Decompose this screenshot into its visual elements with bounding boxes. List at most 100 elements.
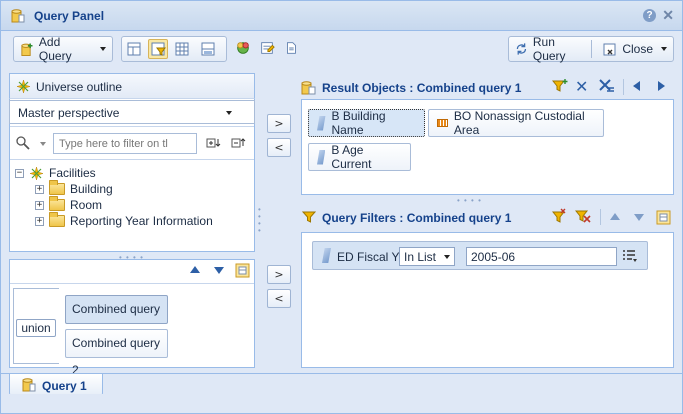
move-right-icon[interactable] [658,81,665,91]
remove-object-icon[interactable]: ✕ [575,77,588,96]
divider [10,159,254,160]
document-icon[interactable] [283,40,299,56]
folder-icon [49,196,65,211]
run-query-button[interactable]: Run Query [509,35,586,63]
dimension-icon [317,149,326,165]
add-query-label: Add Query [38,35,72,63]
chevron-down-icon [226,111,232,115]
tree-item-label: Building [70,182,113,196]
expand-toggle-icon[interactable]: + [35,184,44,194]
value-list-icon[interactable] [622,249,638,264]
combined-view-button[interactable] [198,39,218,59]
filter-operator-select[interactable]: In List [399,247,455,266]
layout-icon [127,42,141,56]
move-up-icon[interactable] [190,266,200,273]
toolbar-divider [600,209,601,225]
filter-object-label: ED Fiscal Yr [337,250,404,264]
folder-icon [49,180,65,195]
add-query-icon [21,42,33,56]
collapse-toggle-icon[interactable]: − [15,168,24,178]
tree-item-facilities[interactable]: − Facilities [15,165,96,181]
universe-icon [16,79,31,94]
result-object-label: B Building Name [331,109,386,137]
add-predefined-filter-icon[interactable] [552,208,568,224]
union-operator-button[interactable]: union [16,319,56,337]
divider [10,126,254,127]
divider [10,283,254,284]
move-up-icon[interactable] [610,213,620,220]
tab-query-1[interactable]: Query 1 [9,374,103,396]
add-result-object-button[interactable]: > [267,114,291,133]
move-down-icon[interactable] [214,267,224,274]
vertical-splitter[interactable]: • • • • [258,206,262,235]
search-tool-icon[interactable] [15,135,33,151]
view-mode-group [121,36,227,62]
run-close-group: Run Query Close [508,35,674,63]
result-object-building-name[interactable]: B Building Name [308,109,425,137]
expand-toggle-icon[interactable]: + [35,200,44,210]
remove-result-object-button[interactable]: < [267,138,291,157]
title-bar: Query Panel ? ✕ [1,1,682,31]
tree-item-reporting-year[interactable]: + Reporting Year Information [35,212,213,229]
toolbar-divider [590,40,592,58]
universe-outline-title: Universe outline [36,80,123,94]
query-properties-icon[interactable] [235,40,251,56]
query-filters-title: Query Filters : Combined query 1 [322,211,512,225]
result-object-age-current[interactable]: B Age Current [308,143,411,171]
main-toolbar: Add Query Run Query Close [9,35,674,66]
measure-icon [437,119,448,127]
perspective-select[interactable]: Master perspective [9,100,255,124]
chevron-down-icon [661,47,667,51]
move-left-icon[interactable] [633,81,640,91]
add-filter-funnel-icon[interactable] [552,78,568,94]
filter-value-input[interactable]: 2005-06 [466,247,617,266]
result-object-label: BO Nonassign Custodial Area [453,109,585,137]
filter-view-button[interactable] [148,39,168,59]
remove-filter-button[interactable]: < [267,289,291,308]
close-window-icon[interactable]: ✕ [662,7,674,23]
tree-item-label: Facilities [49,166,96,180]
data-preview-button[interactable] [172,39,192,59]
expand-toggle-icon[interactable]: + [35,216,44,226]
sql-viewer-icon[interactable] [259,40,275,56]
tree-item-label: Reporting Year Information [70,214,213,228]
move-down-icon[interactable] [634,214,644,221]
horizontal-splitter[interactable]: • • • • [457,196,482,205]
layout-view-button[interactable] [124,39,144,59]
status-bar [1,394,682,413]
combined-query-1-item[interactable]: Combined query 1 [65,295,168,343]
tree-item-building[interactable]: + Building [35,180,113,197]
close-panel-icon [603,43,616,55]
filter-pane-icon [151,42,166,56]
add-query-button[interactable]: Add Query [13,35,113,63]
perspective-value: Master perspective [18,106,120,120]
universe-outline-header: Universe outline [9,73,255,99]
query-panel-window: Query Panel ? ✕ Add Query Run Query Clos… [0,0,683,414]
remove-all-objects-icon[interactable] [598,78,615,94]
universe-icon [29,165,44,181]
add-filter-button[interactable]: > [267,265,291,284]
filter-operator-value: In List [404,250,437,264]
remove-all-filters-icon[interactable] [575,208,592,224]
dimension-icon [322,248,331,263]
chevron-down-icon[interactable] [40,142,46,146]
result-object-nonassign-custodial-area[interactable]: BO Nonassign Custodial Area [428,109,604,137]
close-label: Close [622,42,653,56]
toolbar-divider [623,79,624,95]
layout-toggle-icon[interactable] [656,210,671,225]
filter-row: ED Fiscal Yr In List 2005-06 [312,241,648,270]
window-title: Query Panel [34,9,105,23]
layout-toggle-icon[interactable] [235,263,250,278]
filter-funnel-icon [302,211,316,223]
outline-filter-input[interactable] [53,133,197,154]
expand-all-icon[interactable] [206,136,223,150]
close-button[interactable]: Close [596,37,673,61]
query-cylinder-icon [22,378,36,392]
dimension-icon [317,115,326,131]
help-icon[interactable]: ? [643,9,656,22]
tree-item-room[interactable]: + Room [35,196,102,213]
combined-query-2-item[interactable]: Combined query 2 [65,329,168,377]
collapse-all-icon[interactable] [231,136,248,150]
result-objects-title: Result Objects : Combined query 1 [322,81,522,95]
chevron-down-icon [100,47,106,51]
